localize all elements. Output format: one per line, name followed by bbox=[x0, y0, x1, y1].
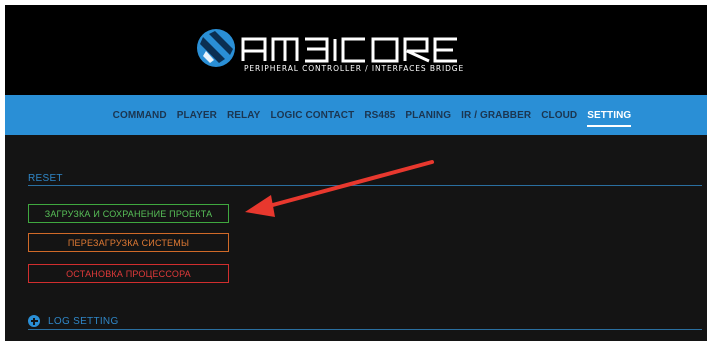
app-frame: PERIPHERAL CONTROLLER / INTERFACES BRIDG… bbox=[5, 5, 707, 341]
annotation-arrow-icon bbox=[245, 160, 434, 217]
